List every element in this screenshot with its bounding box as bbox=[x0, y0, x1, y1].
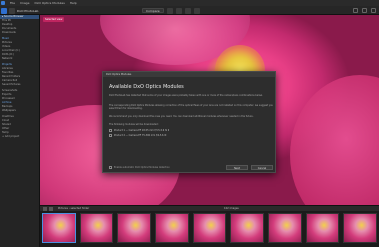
brand-label: DxO PhotoLab bbox=[17, 8, 39, 13]
info-icon[interactable] bbox=[353, 8, 358, 13]
rotate-right-icon[interactable] bbox=[175, 7, 182, 14]
histogram-icon[interactable] bbox=[362, 8, 367, 13]
module-row-2[interactable]: Product 2 — Camera EF 75-300 mm f/4-5.6 … bbox=[109, 134, 166, 137]
module-label: Product 2 — Camera EF 75-300 mm f/4-5.6 … bbox=[114, 134, 167, 137]
filmstrip-thumbnail[interactable] bbox=[155, 213, 189, 243]
auto-detect-row[interactable]: Enable automatic DxO Optics Modules dete… bbox=[109, 166, 170, 169]
module-checkbox[interactable] bbox=[109, 134, 112, 137]
dialog-paragraph-1: DxO PhotoLab has detected that some of y… bbox=[109, 94, 263, 97]
filmstrip-breadcrumb[interactable]: Pictures › selected folder bbox=[58, 207, 89, 210]
cancel-button[interactable]: Cancel bbox=[251, 165, 273, 170]
image-count: 102 images bbox=[224, 207, 239, 210]
filmstrip-thumbnail[interactable] bbox=[79, 213, 114, 243]
filmstrip-thumbnail[interactable] bbox=[305, 213, 340, 243]
dialog-paragraph-3: We recommend you only download the ones … bbox=[109, 115, 254, 118]
source-browser-sidebar: ▸ Source Browser This PC Desktop Documents D… bbox=[0, 15, 40, 247]
menu-optics-modules[interactable]: DxO Optics Modules bbox=[34, 1, 64, 5]
auto-detect-checkbox[interactable] bbox=[109, 166, 112, 169]
module-row-1[interactable]: Product 1 — Camera EF 18-55 mm f/3.5-5.6… bbox=[109, 129, 169, 132]
fullscreen-icon[interactable] bbox=[371, 8, 376, 13]
grid-icon[interactable] bbox=[9, 7, 15, 14]
compare-button[interactable]: Compare bbox=[142, 8, 164, 13]
menu-image[interactable]: Image bbox=[20, 1, 29, 5]
filmstrip-thumbnail[interactable] bbox=[117, 213, 152, 243]
module-label: Product 1 — Camera EF 18-55 mm f/3.5-5.6… bbox=[114, 129, 170, 132]
filmstrip-thumbnail[interactable] bbox=[230, 213, 265, 243]
toolbar: DxO PhotoLab Compare bbox=[0, 6, 379, 15]
filmstrip-thumbnail[interactable] bbox=[343, 213, 378, 243]
module-checkbox[interactable] bbox=[109, 129, 112, 132]
dialog-list-header: The following modules will be downloaded… bbox=[109, 123, 159, 126]
fit-icon[interactable] bbox=[193, 7, 200, 14]
filmstrip bbox=[40, 211, 379, 247]
filmstrip-thumbnail[interactable] bbox=[268, 213, 302, 243]
viewer-label: Selected view bbox=[43, 17, 65, 22]
zoom-icon[interactable] bbox=[184, 7, 191, 14]
menu-help[interactable]: Help bbox=[70, 1, 77, 5]
app-icon bbox=[1, 1, 5, 5]
rotate-left-icon[interactable] bbox=[166, 7, 173, 14]
next-button[interactable]: Next bbox=[226, 165, 248, 170]
filmstrip-thumbnail[interactable] bbox=[42, 213, 76, 243]
sidebar-item[interactable]: + Add project bbox=[0, 135, 39, 139]
optics-modules-dialog: DxO Optics Modules Available DxO Optics … bbox=[102, 71, 276, 173]
auto-detect-label: Enable automatic DxO Optics Modules dete… bbox=[114, 166, 170, 169]
petal-right bbox=[290, 75, 379, 205]
home-icon[interactable] bbox=[1, 7, 7, 14]
dialog-paragraph-2: The corresponding DxO Optics Modules all… bbox=[109, 104, 273, 110]
menu-file[interactable]: File bbox=[10, 1, 15, 5]
filmstrip-thumbnail[interactable] bbox=[192, 213, 227, 243]
dialog-title: Available DxO Optics Modules bbox=[109, 84, 184, 90]
dialog-titlebar: DxO Optics Modules bbox=[103, 72, 275, 77]
